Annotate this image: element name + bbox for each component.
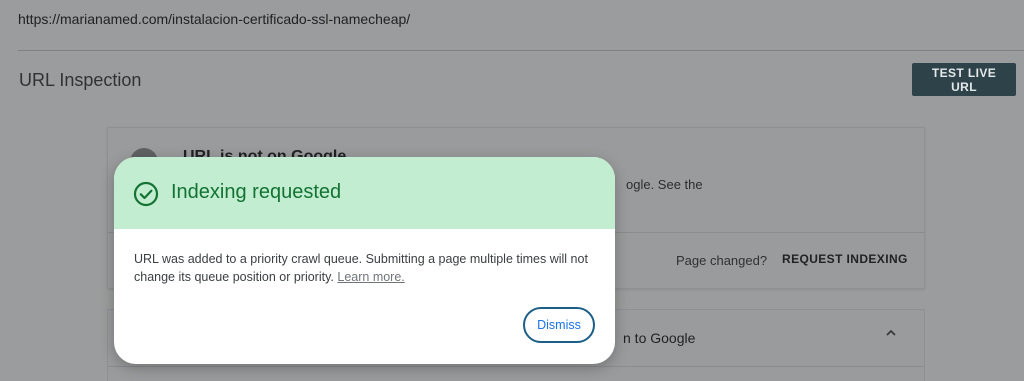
- dismiss-button[interactable]: Dismiss: [523, 307, 595, 343]
- dialog-title: Indexing requested: [171, 181, 342, 203]
- dialog-message: URL was added to a priority crawl queue.…: [134, 250, 594, 286]
- status-description: ogle. See the: [626, 177, 703, 192]
- indexing-requested-dialog: Indexing requested URL was added to a pr…: [114, 157, 615, 364]
- coverage-title: n to Google: [623, 330, 696, 346]
- inspected-url: https://marianamed.com/instalacion-certi…: [18, 11, 411, 27]
- page-changed-label: Page changed?: [676, 253, 768, 268]
- request-indexing-button[interactable]: REQUEST INDEXING: [782, 252, 908, 266]
- learn-more-link[interactable]: Learn more.: [337, 270, 404, 284]
- page-title: URL Inspection: [19, 70, 142, 90]
- check-circle-icon: [133, 181, 159, 207]
- divider: [18, 50, 1024, 51]
- chevron-up-icon[interactable]: [884, 326, 898, 340]
- url-bar: https://marianamed.com/instalacion-certi…: [0, 0, 1024, 50]
- test-live-url-button[interactable]: TEST LIVE URL: [912, 63, 1016, 96]
- card-divider: [108, 366, 924, 367]
- dialog-header: Indexing requested: [114, 157, 615, 229]
